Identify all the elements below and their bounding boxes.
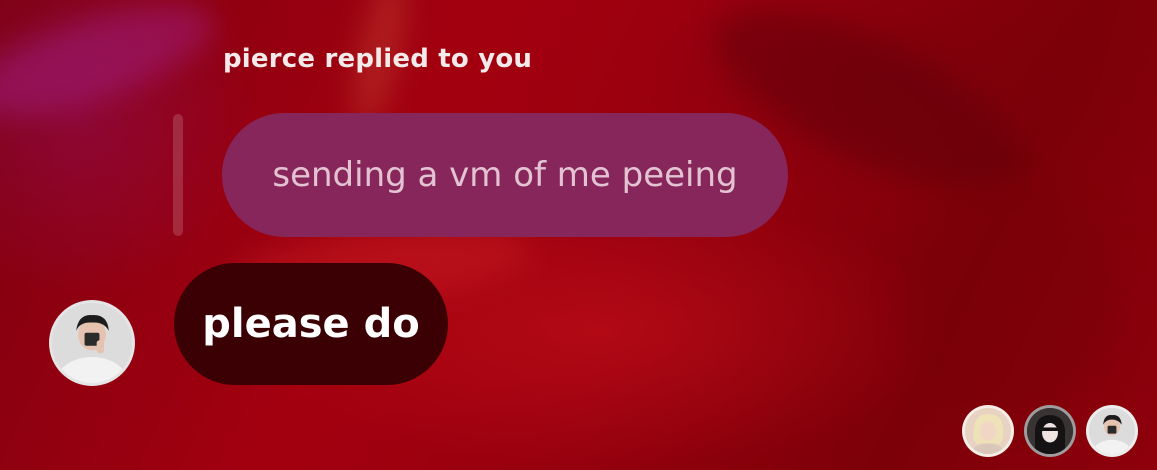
background-blur bbox=[0, 0, 226, 139]
seen-by-avatar-3[interactable] bbox=[1086, 405, 1138, 457]
quoted-message-text: sending a vm of me peeing bbox=[272, 155, 738, 195]
person-photo-icon bbox=[52, 303, 132, 383]
reply-indicator-bar bbox=[173, 114, 183, 236]
sender-avatar[interactable] bbox=[49, 300, 135, 386]
message-text: please do bbox=[202, 301, 420, 347]
person-photo-icon bbox=[965, 408, 1011, 454]
person-photo-icon bbox=[1089, 408, 1135, 454]
quoted-message-bubble[interactable]: sending a vm of me peeing bbox=[222, 113, 788, 237]
reply-context-label: pierce replied to you bbox=[223, 44, 533, 74]
seen-by-avatar-1[interactable] bbox=[962, 405, 1014, 457]
seen-by-avatar-2[interactable] bbox=[1024, 405, 1076, 457]
message-bubble[interactable]: please do bbox=[174, 263, 448, 385]
background-blur bbox=[900, 180, 1120, 420]
person-photo-icon bbox=[1027, 408, 1073, 454]
